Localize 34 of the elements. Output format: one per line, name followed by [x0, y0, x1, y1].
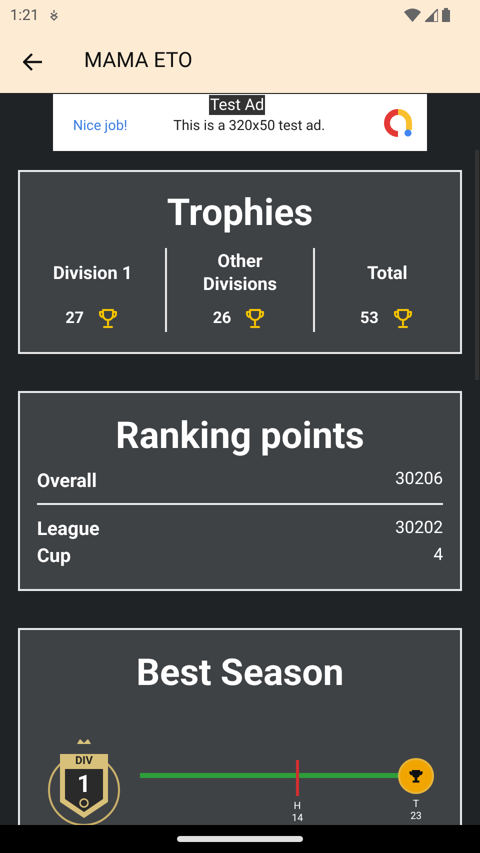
trophy-count: 27	[65, 307, 84, 329]
ranking-value: 4	[433, 544, 443, 566]
marker-label: H	[294, 801, 301, 813]
ranking-label: League	[37, 516, 100, 542]
marker-value: 14	[292, 813, 303, 825]
wifi-icon	[404, 8, 421, 22]
ranking-label: Cup	[37, 542, 71, 568]
ranking-label: Overall	[37, 468, 97, 494]
ad-label: Test Ad	[209, 95, 266, 115]
ranking-value: 30206	[395, 468, 443, 491]
marker-label: T	[413, 799, 419, 811]
notification-icon	[48, 9, 59, 21]
card-title: Best Season	[135, 652, 345, 696]
trophy-icon	[408, 768, 424, 784]
status-time: 1:21	[10, 4, 39, 26]
card-title: Trophies	[167, 192, 313, 236]
trophy-count: 26	[212, 307, 232, 329]
trophy-category: Total	[366, 262, 408, 284]
badge-number: 1	[76, 770, 92, 798]
badge-label: DIV	[74, 754, 94, 768]
ad-headline: Nice job!	[73, 117, 128, 136]
trophy-count: 53	[360, 307, 378, 329]
card-title: Ranking points	[114, 415, 366, 459]
back-arrow-icon	[23, 52, 43, 70]
signal-icon	[425, 8, 438, 22]
marker-value: 23	[410, 811, 422, 823]
ad-text: This is a 320x50 test ad.	[173, 117, 326, 136]
page-title: MAMA ETO	[84, 48, 192, 75]
ad-logo-icon	[383, 108, 413, 138]
battery-icon	[442, 8, 450, 22]
trophy-category: Division 1	[52, 262, 134, 284]
ranking-value: 30202	[395, 516, 443, 540]
ad-banner[interactable]: Test Ad Nice job! This is a 320x50 test ad.	[53, 94, 427, 151]
trophy-category: Other Divisions	[202, 250, 278, 296]
